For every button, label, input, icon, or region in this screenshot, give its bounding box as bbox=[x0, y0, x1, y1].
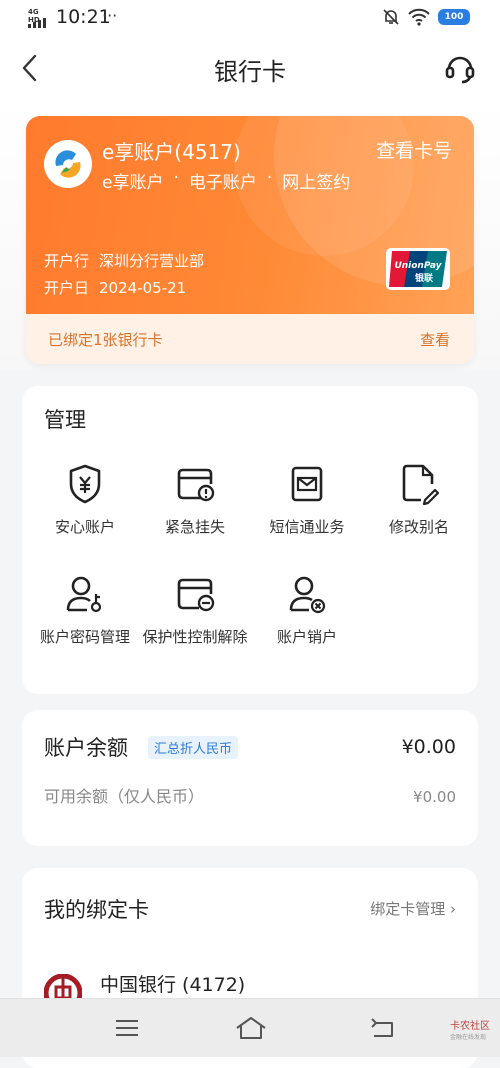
bound-bank-name[interactable]: 中国银行 (4172) bbox=[100, 970, 245, 997]
management-panel: 管理 安心账户 紧急挂失 短信通业务 修改别名 账户密码管理 保护性控制解除 账… bbox=[22, 386, 478, 694]
back-nav-icon[interactable] bbox=[368, 1015, 398, 1041]
card-face: e享账户(4517) 查看卡号 e享账户 · 电子账户 · 网上签约 开户行 深圳… bbox=[26, 116, 474, 314]
branch-value: 深圳分行营业部 bbox=[99, 252, 205, 270]
wifi-icon bbox=[408, 8, 430, 26]
menu-item-protective-control-release[interactable]: 保护性控制解除 bbox=[136, 572, 254, 648]
user-key-icon bbox=[66, 576, 102, 613]
menu-item-password-manage[interactable]: 账户密码管理 bbox=[26, 572, 144, 648]
rmb-total-badge: 汇总折人民币 bbox=[148, 736, 239, 759]
shield-yen-icon bbox=[69, 464, 101, 504]
menu-label: 修改别名 bbox=[388, 518, 449, 536]
menu-item-sms-service[interactable]: 短信通业务 bbox=[248, 462, 366, 538]
bound-card-strip[interactable]: 已绑定1张银行卡 查看 bbox=[26, 314, 474, 364]
management-title: 管理 bbox=[44, 408, 86, 432]
open-date-label: 开户日 bbox=[44, 279, 90, 297]
menu-label: 账户销户 bbox=[276, 628, 337, 646]
unionpay-cn: 银联 bbox=[415, 272, 434, 284]
account-name: e享账户(4517) bbox=[102, 140, 241, 164]
menu-label: 安心账户 bbox=[54, 518, 115, 536]
bound-card-manage-link[interactable]: 绑定卡管理 › bbox=[370, 898, 456, 919]
tag-separator: · bbox=[266, 168, 273, 188]
unionpay-en: UnionPay bbox=[394, 261, 442, 271]
branch-row: 开户行 深圳分行营业部 bbox=[44, 250, 204, 271]
tag-electronic-account: 电子账户 bbox=[188, 173, 257, 193]
bank-logo-icon bbox=[44, 140, 92, 188]
menu-label: 紧急挂失 bbox=[164, 518, 225, 536]
balance-amount: ¥0.00 bbox=[401, 736, 456, 758]
header: 银行卡 bbox=[0, 36, 500, 100]
view-bound-link[interactable]: 查看 bbox=[420, 329, 450, 350]
watermark: 卡农社区 金融在线发现 bbox=[450, 1017, 490, 1041]
balance-title: 账户余额 bbox=[44, 736, 128, 760]
card-alert-icon bbox=[177, 468, 215, 502]
available-balance-amount: ¥0.00 bbox=[413, 788, 456, 806]
watermark-text: 卡农社区 bbox=[450, 1021, 490, 1032]
card-minus-icon bbox=[177, 578, 215, 612]
menu-item-close-account[interactable]: 账户销户 bbox=[248, 572, 366, 648]
menu-lines-icon[interactable] bbox=[112, 1015, 142, 1041]
tag-online-signed: 网上签约 bbox=[282, 173, 351, 193]
status-bar: 4G HD 10:21 ··· 100 bbox=[0, 0, 500, 36]
menu-label: 短信通业务 bbox=[269, 518, 345, 536]
doc-edit-icon bbox=[402, 464, 439, 506]
open-date-value: 2024-05-21 bbox=[99, 279, 187, 297]
branch-label: 开户行 bbox=[44, 252, 90, 270]
menu-item-emergency-loss[interactable]: 紧急挂失 bbox=[136, 462, 254, 538]
account-card[interactable]: e享账户(4517) 查看卡号 e享账户 · 电子账户 · 网上签约 开户行 深圳… bbox=[26, 116, 474, 364]
bound-cards-title: 我的绑定卡 bbox=[44, 898, 149, 922]
user-close-icon bbox=[289, 576, 326, 614]
bound-card-count: 已绑定1张银行卡 bbox=[48, 331, 163, 349]
balance-panel: 账户余额 汇总折人民币 ¥0.00 可用余额（仅人民币） ¥0.00 bbox=[22, 710, 478, 846]
menu-item-secure-account[interactable]: 安心账户 bbox=[26, 462, 144, 538]
watermark-subtext: 金融在线发现 bbox=[450, 1034, 487, 1041]
battery-icon: 100 bbox=[438, 9, 470, 25]
menu-item-edit-alias[interactable]: 修改别名 bbox=[360, 462, 478, 538]
account-tags: e享账户 · 电子账户 · 网上签约 bbox=[102, 168, 350, 193]
menu-label: 账户密码管理 bbox=[39, 628, 130, 646]
view-card-number-link[interactable]: 查看卡号 bbox=[376, 136, 452, 163]
menu-label: 保护性控制解除 bbox=[142, 628, 248, 646]
tag-separator: · bbox=[173, 168, 179, 188]
mute-bell-icon bbox=[383, 9, 399, 25]
customer-service-headset-icon[interactable] bbox=[444, 52, 476, 84]
page-title: 银行卡 bbox=[214, 58, 286, 86]
system-nav-bar: 卡农社区 金融在线发现 bbox=[0, 998, 500, 1057]
unionpay-logo-icon: UnionPay 银联 bbox=[386, 248, 450, 290]
tag-e-account: e享账户 bbox=[102, 173, 164, 193]
more-notifications: ··· bbox=[102, 6, 118, 25]
open-date-row: 开户日 2024-05-21 bbox=[44, 277, 186, 298]
signal-icon: 4G HD bbox=[28, 8, 50, 30]
sms-mail-icon bbox=[291, 466, 323, 502]
home-icon[interactable] bbox=[234, 1015, 268, 1041]
available-balance-label: 可用余额（仅人民币） bbox=[44, 787, 205, 806]
